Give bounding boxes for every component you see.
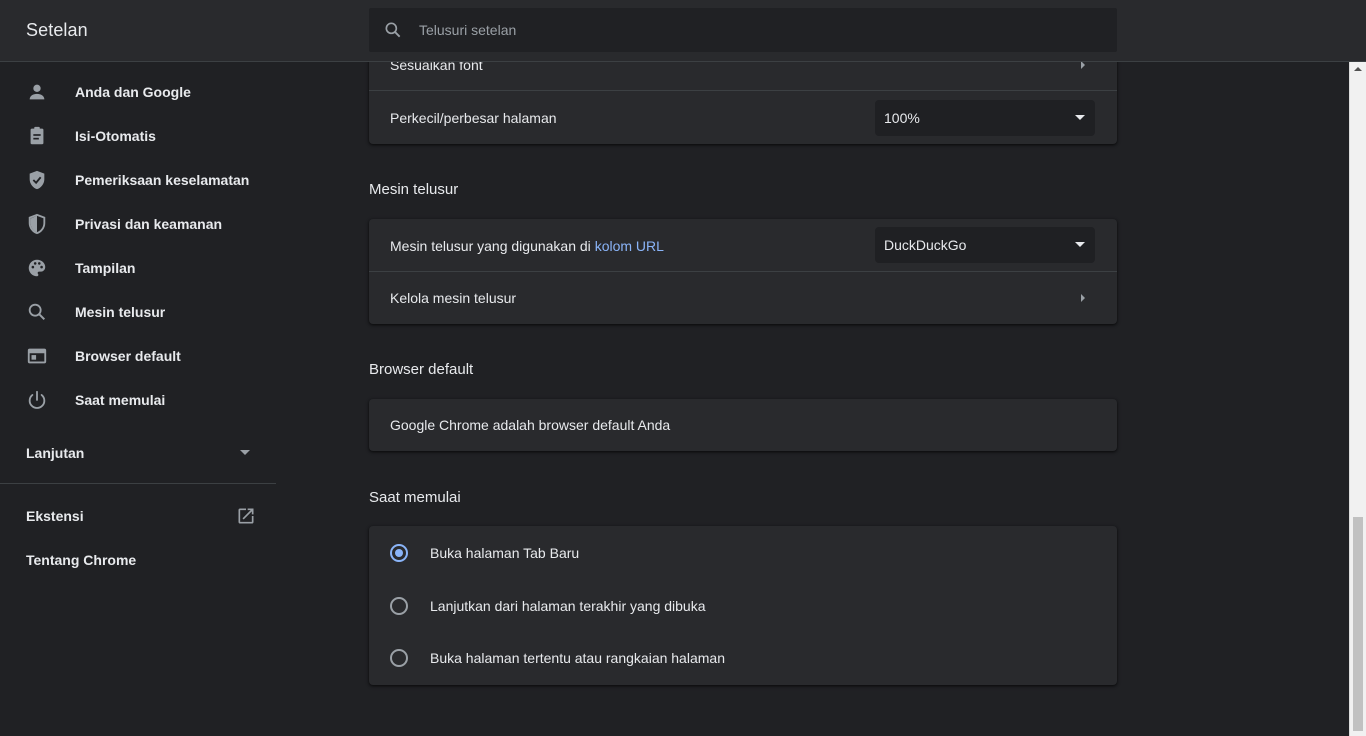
chevron-right-icon <box>1081 61 1085 69</box>
dropdown-arrow-icon <box>1075 115 1085 120</box>
startup-option-label: Buka halaman Tab Baru <box>430 545 580 561</box>
sidebar-divider <box>0 483 276 484</box>
search-engine-label-text: Mesin telusur yang digunakan di <box>390 237 595 254</box>
url-bar-link[interactable]: kolom URL <box>595 238 664 254</box>
sidebar-item-label: Isi-Otomatis <box>75 128 156 144</box>
search-engine-section-title: Mesin telusur <box>369 181 459 198</box>
sidebar-item-label: Anda dan Google <box>75 84 191 100</box>
page-zoom-row: Perkecil/perbesar halaman 100% <box>369 91 1117 144</box>
radio-button[interactable] <box>390 597 408 615</box>
startup-option-label: Lanjutkan dari halaman terakhir yang dib… <box>430 598 706 614</box>
sidebar-item-safety-check[interactable]: Pemeriksaan keselamatan <box>0 158 276 202</box>
shield-check-icon <box>29 170 45 190</box>
search-box[interactable] <box>369 8 1117 52</box>
page-scrollbar[interactable] <box>1349 62 1366 736</box>
person-icon <box>29 84 45 100</box>
on-startup-section-title: Saat memulai <box>369 489 461 506</box>
startup-option-new-tab[interactable]: Buka halaman Tab Baru <box>369 527 1117 579</box>
sidebar-item-about-chrome[interactable]: Tentang Chrome <box>0 540 276 580</box>
chevron-right-icon <box>1081 294 1085 302</box>
default-browser-row: Google Chrome adalah browser default And… <box>369 399 1117 451</box>
search-engine-select[interactable]: DuckDuckGo <box>875 227 1095 263</box>
sidebar-item-search-engine[interactable]: Mesin telusur <box>0 290 276 334</box>
page-zoom-label: Perkecil/perbesar halaman <box>390 109 557 126</box>
radio-button-selected[interactable] <box>390 544 408 562</box>
search-engine-row: Mesin telusur yang digunakan di kolom UR… <box>369 219 1117 272</box>
sidebar-item-default-browser[interactable]: Browser default <box>0 334 276 378</box>
clipboard-icon <box>30 126 44 145</box>
page-title: Setelan <box>26 20 88 40</box>
startup-option-continue[interactable]: Lanjutkan dari halaman terakhir yang dib… <box>369 580 1117 632</box>
search-input[interactable] <box>419 8 1117 52</box>
search-icon <box>28 303 46 321</box>
startup-option-label: Buka halaman tertentu atau rangkaian hal… <box>430 650 725 666</box>
sidebar-item-appearance[interactable]: Tampilan <box>0 246 276 290</box>
search-icon <box>385 22 401 38</box>
sidebar-item-label: Mesin telusur <box>75 304 166 320</box>
search-engine-card: Mesin telusur yang digunakan di kolom UR… <box>369 219 1117 324</box>
default-browser-card: Google Chrome adalah browser default And… <box>369 399 1117 451</box>
settings-toolbar: Setelan <box>0 0 1366 62</box>
dropdown-arrow-icon <box>1075 242 1085 247</box>
radio-button[interactable] <box>390 649 408 667</box>
scrollbar-thumb[interactable] <box>1353 517 1363 731</box>
sidebar-extensions-label: Ekstensi <box>26 508 84 524</box>
startup-option-specific-pages[interactable]: Buka halaman tertentu atau rangkaian hal… <box>369 632 1117 684</box>
page-zoom-value: 100% <box>884 110 920 126</box>
default-browser-status: Google Chrome adalah browser default And… <box>390 417 671 433</box>
open-in-new-icon <box>238 508 254 524</box>
default-browser-section-title: Browser default <box>369 361 474 378</box>
power-icon <box>28 390 46 409</box>
search-engine-label: Mesin telusur yang digunakan di kolom UR… <box>390 238 664 254</box>
sidebar-item-privacy[interactable]: Privasi dan keamanan <box>0 202 276 246</box>
on-startup-card: Buka halaman Tab Baru Lanjutkan dari hal… <box>369 526 1117 685</box>
page-zoom-select[interactable]: 100% <box>875 100 1095 136</box>
sidebar-item-on-startup[interactable]: Saat memulai <box>0 378 276 422</box>
shield-half-icon <box>28 213 46 235</box>
sidebar-item-extensions[interactable]: Ekstensi <box>0 496 276 536</box>
sidebar-item-label: Tampilan <box>75 260 136 276</box>
sidebar-item-autofill[interactable]: Isi-Otomatis <box>0 114 276 158</box>
scroll-up-arrow-icon[interactable] <box>1354 67 1362 71</box>
search-engine-value: DuckDuckGo <box>884 237 967 253</box>
sidebar-advanced-toggle[interactable]: Lanjutan <box>0 431 276 475</box>
sidebar-item-you-and-google[interactable]: Anda dan Google <box>0 70 276 114</box>
sidebar-item-label: Saat memulai <box>75 392 166 408</box>
browser-window-icon <box>27 348 47 364</box>
manage-search-engines-label: Kelola mesin telusur <box>390 290 517 306</box>
sidebar-advanced-label: Lanjutan <box>26 445 85 461</box>
sidebar: Anda dan Google Isi-Otomatis Pemeriksaan… <box>0 62 276 736</box>
sidebar-item-label: Pemeriksaan keselamatan <box>75 172 250 188</box>
sidebar-about-label: Tentang Chrome <box>26 552 137 568</box>
sidebar-item-label: Privasi dan keamanan <box>75 216 223 232</box>
chevron-down-icon <box>240 450 250 455</box>
manage-search-engines-row[interactable]: Kelola mesin telusur <box>369 272 1117 324</box>
sidebar-item-label: Browser default <box>75 348 181 364</box>
palette-icon <box>28 259 46 277</box>
